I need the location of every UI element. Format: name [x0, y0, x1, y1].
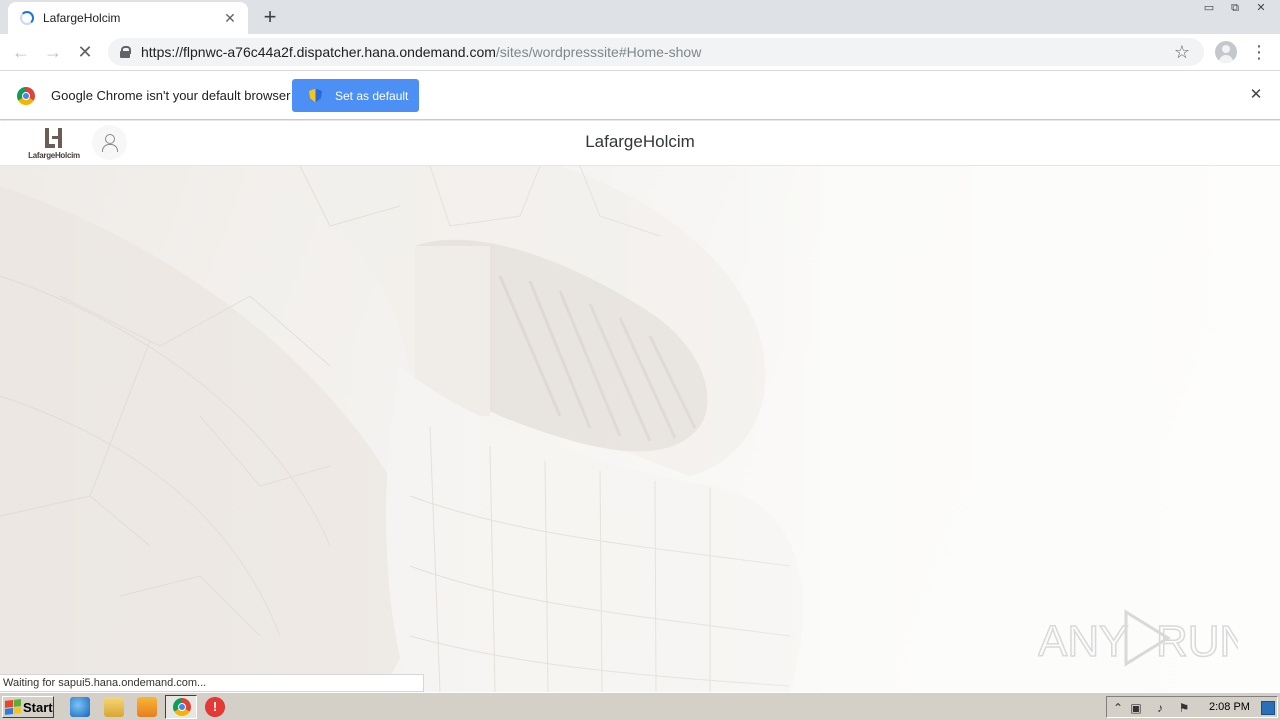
watermark-text-left: ANY — [1038, 617, 1128, 666]
infobar-close-icon[interactable]: ✕ — [1248, 85, 1264, 105]
address-bar[interactable]: https://flpnwc-a76c44a2f.dispatcher.hana… — [108, 38, 1204, 66]
close-window-icon[interactable]: ✕ — [1248, 0, 1274, 18]
app-header: LafargeHolcim LafargeHolcim — [0, 121, 1280, 166]
page-title: LafargeHolcim — [585, 132, 695, 151]
taskbar-clock[interactable]: 2:08 PM — [1209, 701, 1250, 713]
chrome-taskbar-button[interactable] — [165, 695, 197, 719]
start-button[interactable]: Start — [2, 696, 54, 718]
lock-icon — [120, 46, 131, 58]
ie-icon[interactable] — [70, 697, 90, 717]
bookmark-star-icon[interactable]: ☆ — [1174, 42, 1190, 63]
window-controls: ▭ ⧉ ✕ — [1196, 0, 1274, 18]
tray-expand-icon[interactable]: ⌃ — [1111, 701, 1125, 715]
tab-strip: LafargeHolcim ✕ + ▭ ⧉ ✕ — [0, 0, 1280, 34]
chrome-icon — [173, 698, 191, 716]
media-player-icon[interactable] — [137, 697, 157, 717]
chrome-menu-icon[interactable]: ⋮ — [1250, 40, 1268, 64]
profile-avatar-icon[interactable] — [1215, 41, 1237, 63]
hero-background-image: ANY RUN — [0, 166, 1280, 692]
status-bubble: Waiting for sapui5.hana.ondemand.com... — [0, 674, 424, 692]
set-as-default-label: Set as default — [335, 88, 409, 103]
logo-wordmark: LafargeHolcim — [28, 151, 80, 160]
close-icon[interactable]: ✕ — [222, 10, 238, 26]
back-icon[interactable]: ← — [9, 41, 33, 65]
restore-icon[interactable]: ⧉ — [1222, 0, 1248, 18]
tab-lafargeholcim[interactable]: LafargeHolcim ✕ — [8, 2, 248, 34]
stop-loading-icon[interactable]: ✕ — [73, 41, 97, 65]
watermark-text-right: RUN — [1156, 617, 1238, 666]
chrome-logo-icon — [17, 87, 35, 105]
volume-icon[interactable]: ♪ — [1153, 701, 1167, 715]
system-tray: ⌃ ▣ ♪ ⚑ 2:08 PM — [1106, 696, 1278, 718]
stop-icon[interactable]: ! — [205, 697, 225, 717]
url-text: https://flpnwc-a76c44a2f.dispatcher.hana… — [141, 44, 701, 60]
infobar-message: Google Chrome isn't your default browser — [51, 88, 291, 103]
url-path: /sites/wordpresssite#Home-show — [495, 44, 702, 60]
new-tab-button[interactable]: + — [258, 6, 282, 28]
start-label: Start — [23, 699, 53, 715]
url-host: https://flpnwc-a76c44a2f.dispatcher.hana… — [141, 44, 496, 60]
forward-icon[interactable]: → — [41, 41, 65, 65]
show-desktop-icon[interactable] — [1261, 701, 1275, 715]
loading-spinner-icon — [20, 11, 34, 25]
set-as-default-button[interactable]: Set as default — [292, 79, 419, 112]
minimize-icon[interactable]: ▭ — [1196, 0, 1222, 18]
uac-shield-icon — [309, 88, 322, 103]
network-icon[interactable]: ▣ — [1129, 701, 1143, 715]
windows-flag-icon — [5, 699, 21, 715]
tab-title: LafargeHolcim — [43, 11, 121, 25]
browser-toolbar: ← → ✕ https://flpnwc-a76c44a2f.dispatche… — [0, 34, 1280, 71]
windows-taskbar: Start ! ⌃ ▣ ♪ ⚑ 2:08 PM — [0, 692, 1280, 720]
anyrun-watermark: ANY RUN — [1038, 609, 1238, 667]
default-browser-infobar: Google Chrome isn't your default browser… — [0, 71, 1280, 120]
action-center-flag-icon[interactable]: ⚑ — [1177, 701, 1191, 715]
explorer-icon[interactable] — [104, 697, 124, 717]
